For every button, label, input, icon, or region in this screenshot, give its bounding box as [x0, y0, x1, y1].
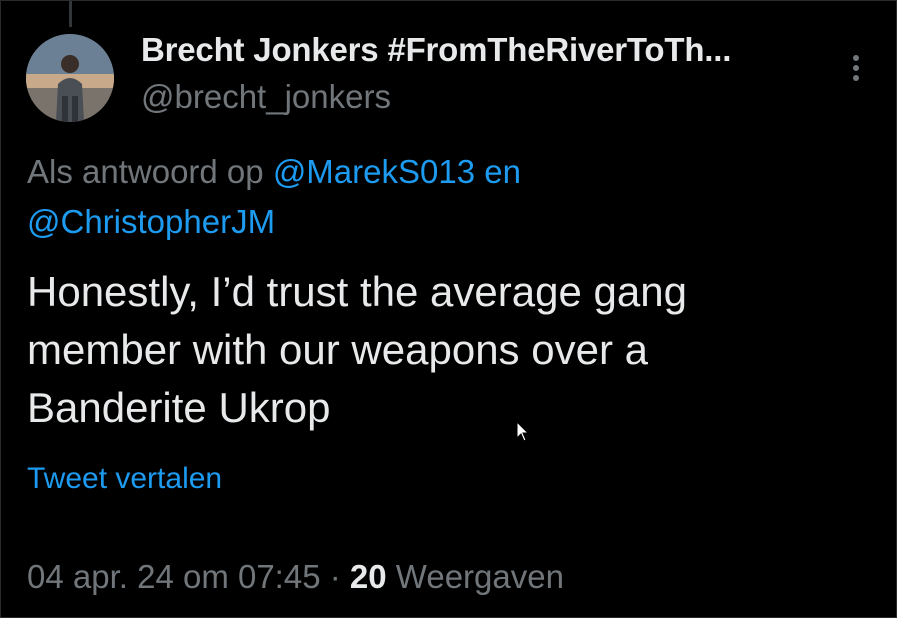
mouse-pointer-icon — [516, 421, 530, 442]
reply-conjunction: en — [484, 153, 521, 190]
views-count: 20 — [349, 558, 387, 595]
views-label: Weergaven — [395, 558, 564, 595]
reply-prefix: Als antwoord op — [27, 153, 264, 190]
tweet-card: Brecht Jonkers #FromTheRiverToTh... @bre… — [0, 0, 897, 618]
more-vertical-icon — [853, 55, 859, 81]
mention-link-2[interactable]: @ChristopherJM — [27, 203, 275, 240]
more-options-button[interactable] — [841, 53, 871, 83]
thread-connector-line — [69, 1, 72, 27]
author-display-name[interactable]: Brecht Jonkers #FromTheRiverToTh... — [141, 31, 731, 69]
tweet-text-line: Banderite Ukrop — [27, 384, 331, 431]
reply-context: Als antwoord op @MarekS013 en @Christoph… — [27, 147, 847, 247]
tweet-meta: 04 apr. 24 om 07:45 · 20 Weergaven — [27, 558, 564, 596]
tweet-text-line: Honestly, I’d trust the average gang — [27, 268, 687, 315]
avatar-photo — [26, 34, 114, 122]
author-handle[interactable]: @brecht_jonkers — [141, 78, 391, 116]
tweet-text: Honestly, I’d trust the average gang mem… — [27, 263, 847, 437]
tweet-text-line: member with our weapons over a — [27, 326, 648, 373]
translate-tweet-link[interactable]: Tweet vertalen — [27, 462, 222, 496]
timestamp[interactable]: 04 apr. 24 om 07:45 — [27, 558, 321, 595]
avatar[interactable] — [26, 34, 114, 122]
mention-link-1[interactable]: @MarekS013 — [273, 153, 475, 190]
meta-separator: · — [329, 558, 341, 595]
